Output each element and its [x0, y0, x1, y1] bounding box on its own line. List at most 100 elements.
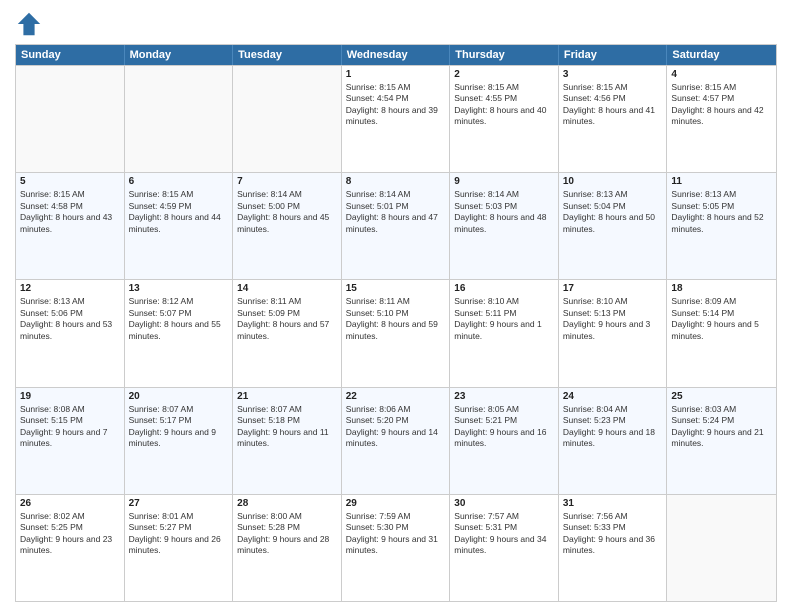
header-day-saturday: Saturday — [667, 45, 776, 65]
calendar-cell: 4 Sunrise: 8:15 AM Sunset: 4:57 PM Daylig… — [667, 66, 776, 172]
day-number: 25 — [671, 391, 772, 402]
day-info: Sunrise: 8:10 AM Sunset: 5:11 PM Dayligh… — [454, 296, 554, 342]
day-info: Sunrise: 8:02 AM Sunset: 5:25 PM Dayligh… — [20, 511, 120, 557]
day-number: 21 — [237, 391, 337, 402]
day-number: 17 — [563, 283, 663, 294]
calendar-row-0: 1 Sunrise: 8:15 AM Sunset: 4:54 PM Daylig… — [16, 65, 776, 172]
header-day-friday: Friday — [559, 45, 668, 65]
calendar-cell: 26 Sunrise: 8:02 AM Sunset: 5:25 PM Dayli… — [16, 495, 125, 601]
day-number: 10 — [563, 176, 663, 187]
day-info: Sunrise: 8:14 AM Sunset: 5:00 PM Dayligh… — [237, 189, 337, 235]
calendar-cell: 8 Sunrise: 8:14 AM Sunset: 5:01 PM Daylig… — [342, 173, 451, 279]
calendar-cell: 2 Sunrise: 8:15 AM Sunset: 4:55 PM Daylig… — [450, 66, 559, 172]
day-info: Sunrise: 8:13 AM Sunset: 5:06 PM Dayligh… — [20, 296, 120, 342]
calendar-cell: 21 Sunrise: 8:07 AM Sunset: 5:18 PM Dayli… — [233, 388, 342, 494]
logo — [15, 10, 47, 38]
day-info: Sunrise: 8:05 AM Sunset: 5:21 PM Dayligh… — [454, 404, 554, 450]
day-info: Sunrise: 8:15 AM Sunset: 4:56 PM Dayligh… — [563, 82, 663, 128]
day-number: 11 — [671, 176, 772, 187]
day-number: 28 — [237, 498, 337, 509]
day-number: 3 — [563, 69, 663, 80]
calendar-cell: 23Sunrise: 8:05 AM Sunset: 5:21 PM Dayli… — [450, 388, 559, 494]
calendar: SundayMondayTuesdayWednesdayThursdayFrid… — [15, 44, 777, 602]
day-info: Sunrise: 8:07 AM Sunset: 5:18 PM Dayligh… — [237, 404, 337, 450]
day-info: Sunrise: 8:11 AM Sunset: 5:09 PM Dayligh… — [237, 296, 337, 342]
calendar-cell: 5Sunrise: 8:15 AM Sunset: 4:58 PM Daylig… — [16, 173, 125, 279]
calendar-row-1: 5Sunrise: 8:15 AM Sunset: 4:58 PM Daylig… — [16, 172, 776, 279]
day-info: Sunrise: 8:07 AM Sunset: 5:17 PM Dayligh… — [129, 404, 229, 450]
calendar-cell: 25 Sunrise: 8:03 AM Sunset: 5:24 PM Dayli… — [667, 388, 776, 494]
day-info: Sunrise: 8:11 AM Sunset: 5:10 PM Dayligh… — [346, 296, 446, 342]
calendar-cell: 14 Sunrise: 8:11 AM Sunset: 5:09 PM Dayli… — [233, 280, 342, 386]
day-info: Sunrise: 8:15 AM Sunset: 4:57 PM Dayligh… — [671, 82, 772, 128]
page: SundayMondayTuesdayWednesdayThursdayFrid… — [0, 0, 792, 612]
calendar-cell: 16 Sunrise: 8:10 AM Sunset: 5:11 PM Dayli… — [450, 280, 559, 386]
day-info: Sunrise: 8:06 AM Sunset: 5:20 PM Dayligh… — [346, 404, 446, 450]
day-number: 8 — [346, 176, 446, 187]
day-number: 7 — [237, 176, 337, 187]
calendar-body: 1 Sunrise: 8:15 AM Sunset: 4:54 PM Daylig… — [16, 65, 776, 601]
logo-icon — [15, 10, 43, 38]
calendar-cell: 3 Sunrise: 8:15 AM Sunset: 4:56 PM Daylig… — [559, 66, 668, 172]
day-number: 22 — [346, 391, 446, 402]
day-number: 29 — [346, 498, 446, 509]
day-info: Sunrise: 8:09 AM Sunset: 5:14 PM Dayligh… — [671, 296, 772, 342]
calendar-cell: 9 Sunrise: 8:14 AM Sunset: 5:03 PM Daylig… — [450, 173, 559, 279]
calendar-cell: 13 Sunrise: 8:12 AM Sunset: 5:07 PM Dayli… — [125, 280, 234, 386]
day-number: 15 — [346, 283, 446, 294]
header-day-thursday: Thursday — [450, 45, 559, 65]
calendar-cell — [16, 66, 125, 172]
calendar-cell: 12 Sunrise: 8:13 AM Sunset: 5:06 PM Dayli… — [16, 280, 125, 386]
day-number: 27 — [129, 498, 229, 509]
header-day-monday: Monday — [125, 45, 234, 65]
day-number: 24 — [563, 391, 663, 402]
day-number: 5 — [20, 176, 120, 187]
calendar-header: SundayMondayTuesdayWednesdayThursdayFrid… — [16, 45, 776, 65]
day-info: Sunrise: 8:13 AM Sunset: 5:05 PM Dayligh… — [671, 189, 772, 235]
day-number: 2 — [454, 69, 554, 80]
calendar-cell: 22 Sunrise: 8:06 AM Sunset: 5:20 PM Dayli… — [342, 388, 451, 494]
day-info: Sunrise: 8:14 AM Sunset: 5:03 PM Dayligh… — [454, 189, 554, 235]
day-info: Sunrise: 8:03 AM Sunset: 5:24 PM Dayligh… — [671, 404, 772, 450]
calendar-cell: 31Sunrise: 7:56 AM Sunset: 5:33 PM Dayli… — [559, 495, 668, 601]
day-info: Sunrise: 8:13 AM Sunset: 5:04 PM Dayligh… — [563, 189, 663, 235]
calendar-cell: 10 Sunrise: 8:13 AM Sunset: 5:04 PM Dayli… — [559, 173, 668, 279]
calendar-cell: 11 Sunrise: 8:13 AM Sunset: 5:05 PM Dayli… — [667, 173, 776, 279]
day-number: 20 — [129, 391, 229, 402]
day-number: 4 — [671, 69, 772, 80]
calendar-cell: 17 Sunrise: 8:10 AM Sunset: 5:13 PM Dayli… — [559, 280, 668, 386]
day-number: 19 — [20, 391, 120, 402]
header-day-wednesday: Wednesday — [342, 45, 451, 65]
calendar-cell: 7 Sunrise: 8:14 AM Sunset: 5:00 PM Daylig… — [233, 173, 342, 279]
day-info: Sunrise: 8:10 AM Sunset: 5:13 PM Dayligh… — [563, 296, 663, 342]
day-info: Sunrise: 8:14 AM Sunset: 5:01 PM Dayligh… — [346, 189, 446, 235]
header-day-sunday: Sunday — [16, 45, 125, 65]
calendar-row-2: 12 Sunrise: 8:13 AM Sunset: 5:06 PM Dayli… — [16, 279, 776, 386]
calendar-cell: 19Sunrise: 8:08 AM Sunset: 5:15 PM Dayli… — [16, 388, 125, 494]
calendar-cell — [667, 495, 776, 601]
day-info: Sunrise: 8:12 AM Sunset: 5:07 PM Dayligh… — [129, 296, 229, 342]
day-number: 13 — [129, 283, 229, 294]
header-day-tuesday: Tuesday — [233, 45, 342, 65]
day-info: Sunrise: 8:15 AM Sunset: 4:59 PM Dayligh… — [129, 189, 229, 235]
day-number: 1 — [346, 69, 446, 80]
day-number: 31 — [563, 498, 663, 509]
calendar-row-3: 19Sunrise: 8:08 AM Sunset: 5:15 PM Dayli… — [16, 387, 776, 494]
day-number: 9 — [454, 176, 554, 187]
day-number: 16 — [454, 283, 554, 294]
calendar-cell: 15 Sunrise: 8:11 AM Sunset: 5:10 PM Dayli… — [342, 280, 451, 386]
calendar-row-4: 26 Sunrise: 8:02 AM Sunset: 5:25 PM Dayli… — [16, 494, 776, 601]
calendar-cell: 1 Sunrise: 8:15 AM Sunset: 4:54 PM Daylig… — [342, 66, 451, 172]
day-info: Sunrise: 7:57 AM Sunset: 5:31 PM Dayligh… — [454, 511, 554, 557]
day-number: 14 — [237, 283, 337, 294]
calendar-cell: 28 Sunrise: 8:00 AM Sunset: 5:28 PM Dayli… — [233, 495, 342, 601]
day-number: 12 — [20, 283, 120, 294]
day-info: Sunrise: 8:00 AM Sunset: 5:28 PM Dayligh… — [237, 511, 337, 557]
day-info: Sunrise: 8:15 AM Sunset: 4:55 PM Dayligh… — [454, 82, 554, 128]
day-number: 6 — [129, 176, 229, 187]
calendar-cell: 29Sunrise: 7:59 AM Sunset: 5:30 PM Dayli… — [342, 495, 451, 601]
day-info: Sunrise: 8:01 AM Sunset: 5:27 PM Dayligh… — [129, 511, 229, 557]
day-info: Sunrise: 8:15 AM Sunset: 4:54 PM Dayligh… — [346, 82, 446, 128]
day-number: 26 — [20, 498, 120, 509]
calendar-cell — [125, 66, 234, 172]
